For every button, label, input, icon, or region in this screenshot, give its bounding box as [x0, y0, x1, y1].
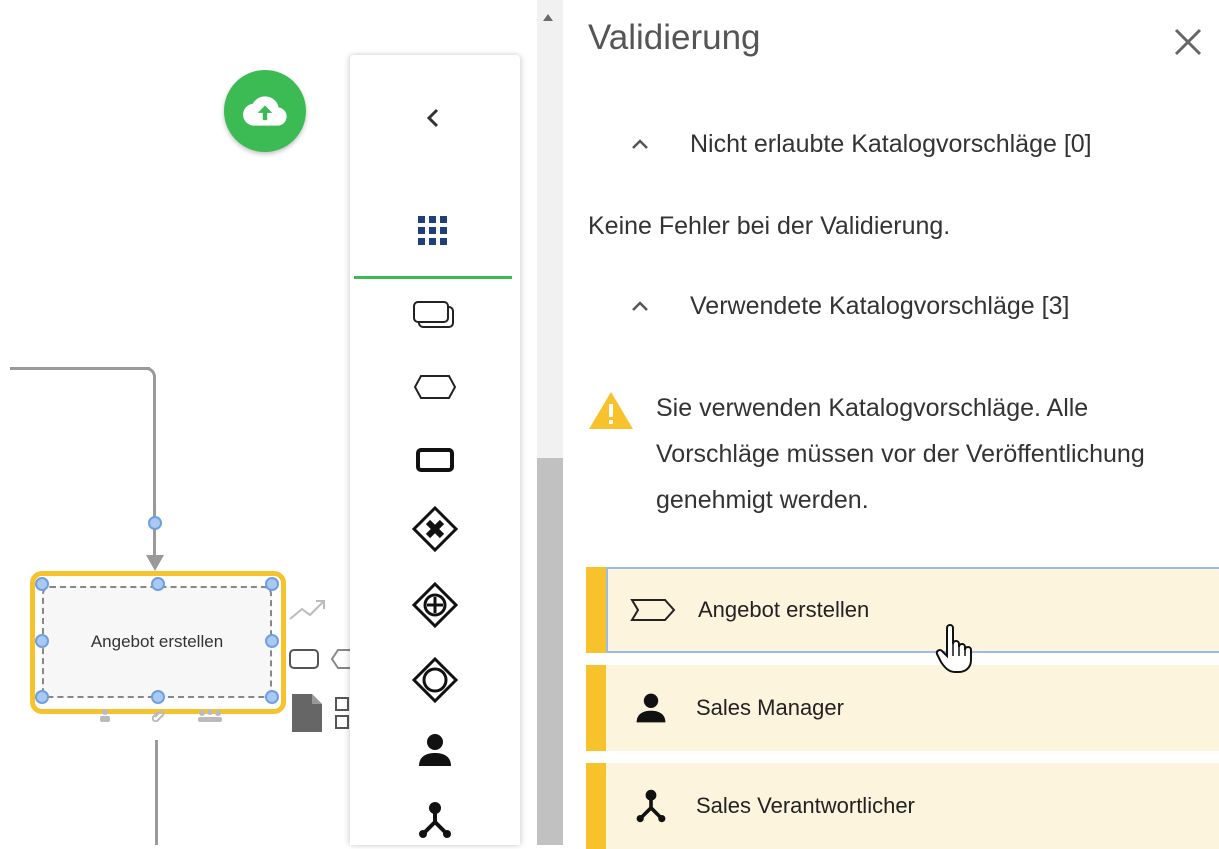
cloud-upload-icon: [243, 96, 287, 126]
catalog-item-indicator: [586, 763, 606, 849]
scroll-up-arrow-icon[interactable]: [543, 14, 553, 21]
palette-item-person[interactable]: [410, 725, 460, 775]
attachment-icon[interactable]: [152, 708, 166, 722]
catalog-item-label: Sales Verantwortlicher: [696, 793, 915, 818]
warning-icon: [589, 392, 633, 429]
hand-pointer-cursor-icon: [935, 624, 972, 673]
resize-handle-se[interactable]: [265, 690, 279, 704]
palette-item-exclusive-gateway[interactable]: [410, 504, 460, 554]
resize-handle-nw[interactable]: [35, 577, 49, 591]
palette-item-event-gateway[interactable]: [410, 655, 460, 705]
task-icon[interactable]: [288, 645, 328, 671]
section-header-not-allowed[interactable]: Nicht erlaubte Katalogvorschläge [0]: [600, 124, 1200, 164]
role-icon: [419, 802, 451, 838]
sequence-flow-outgoing[interactable]: [155, 740, 158, 845]
data-object-icon[interactable]: [290, 692, 324, 734]
resize-handle-n[interactable]: [151, 577, 165, 591]
subprocess-icon[interactable]: [330, 645, 350, 671]
flow-waypoint-handle[interactable]: [148, 516, 162, 530]
connect-icon[interactable]: [288, 597, 328, 623]
person-icon: [419, 734, 451, 766]
grid-icon[interactable]: [334, 696, 350, 732]
palette-item-event-subprocess[interactable]: [410, 362, 460, 412]
exclusive-gateway-icon: [411, 505, 459, 553]
sequence-flow-horizontal[interactable]: [10, 367, 150, 370]
apps-grid-icon: [418, 216, 447, 245]
chevron-up-icon: [620, 286, 660, 326]
cloud-upload-button[interactable]: [224, 70, 306, 152]
event-gateway-icon: [411, 656, 459, 704]
sequence-flow-arrow: [146, 555, 164, 571]
catalog-item-indicator: [586, 567, 606, 653]
palette-apps-button[interactable]: [416, 214, 450, 248]
palette-item-role[interactable]: [410, 795, 460, 845]
person-icon[interactable]: [98, 708, 112, 722]
resize-handle-e[interactable]: [265, 634, 279, 648]
no-errors-message: Keine Fehler bei der Validierung.: [588, 212, 951, 240]
role-icon: [626, 786, 676, 826]
task-icon: [416, 448, 454, 472]
group-icon[interactable]: [196, 708, 224, 722]
close-icon: [1174, 28, 1202, 56]
subprocess-icon: [413, 301, 454, 328]
resize-handle-s[interactable]: [151, 690, 165, 704]
process-step-icon: [628, 590, 678, 630]
task-label: Angebot erstellen: [90, 632, 224, 651]
resize-handle-w[interactable]: [35, 634, 49, 648]
sequence-flow-vertical[interactable]: [153, 380, 156, 560]
palette-divider: [354, 276, 512, 279]
task-angebot-erstellen[interactable]: Angebot erstellen: [42, 586, 272, 698]
catalog-item-angebot-erstellen[interactable]: Angebot erstellen: [586, 567, 1219, 653]
close-button[interactable]: [1168, 22, 1208, 62]
palette-item-parallel-gateway[interactable]: [410, 580, 460, 630]
palette-item-task[interactable]: [410, 434, 460, 484]
section-label: Nicht erlaubte Katalogvorschläge [0]: [690, 129, 1092, 158]
section-header-used[interactable]: Verwendete Katalogvorschläge [3]: [600, 286, 1200, 326]
catalog-item-sales-manager[interactable]: Sales Manager: [586, 665, 1219, 751]
palette-item-subprocess[interactable]: [410, 290, 460, 340]
resize-handle-ne[interactable]: [265, 577, 279, 591]
panel-title: Validierung: [588, 18, 761, 57]
resize-handle-sw[interactable]: [35, 690, 49, 704]
catalog-item-label: Angebot erstellen: [698, 597, 870, 622]
warning-message: Sie verwenden Katalogvorschläge. Alle Vo…: [656, 394, 1145, 514]
section-label: Verwendete Katalogvorschläge [3]: [690, 291, 1070, 320]
person-icon: [626, 688, 676, 728]
catalog-item-sales-verantwortlicher[interactable]: Sales Verantwortlicher: [586, 763, 1219, 849]
chevron-left-icon: [426, 108, 439, 128]
parallel-gateway-icon: [411, 581, 459, 629]
catalog-item-indicator: [586, 665, 606, 751]
event-subprocess-icon: [413, 375, 457, 399]
scrollbar-thumb[interactable]: [537, 458, 563, 845]
palette-collapse-button[interactable]: [418, 98, 448, 138]
catalog-item-label: Sales Manager: [696, 695, 844, 720]
chevron-up-icon: [620, 124, 660, 164]
